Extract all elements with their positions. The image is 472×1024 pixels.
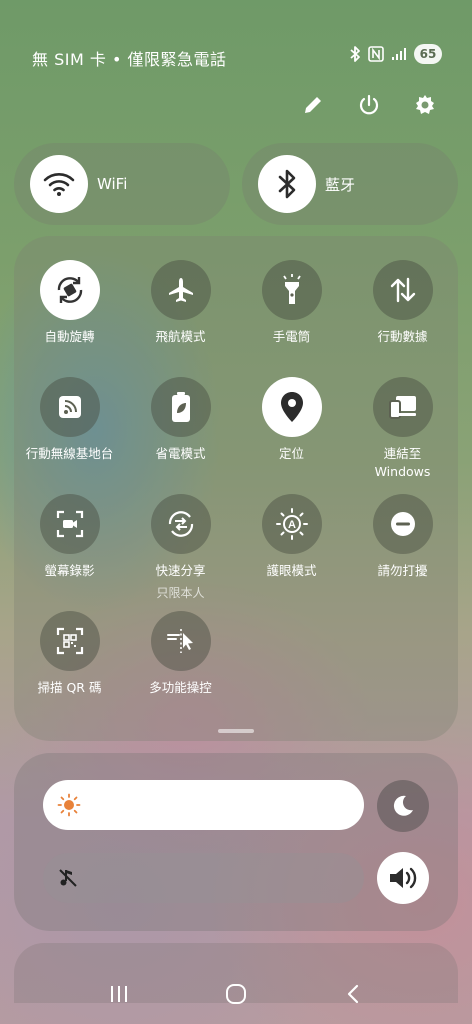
link-windows-icon: [372, 377, 433, 437]
tile-airplane[interactable]: 飛航模式: [125, 260, 236, 346]
wifi-label: WiFi: [97, 175, 128, 193]
media-panel: [14, 753, 458, 931]
bluetooth-label: 藍牙: [325, 175, 356, 194]
tile-link-windows[interactable]: 連結至 Windows: [347, 377, 458, 481]
tile-mobile-data[interactable]: 行動數據: [347, 260, 458, 346]
tile-auto-rotate[interactable]: 自動旋轉: [14, 260, 125, 346]
bluetooth-toggle[interactable]: 藍牙: [242, 143, 458, 225]
tile-qr-scan[interactable]: 掃描 QR 碼: [14, 611, 125, 697]
power-icon[interactable]: [356, 92, 382, 118]
tile-quick-share[interactable]: 快速分享 只限本人: [125, 494, 236, 601]
tile-label: 定位: [278, 446, 304, 461]
do-not-disturb-icon: [372, 494, 433, 554]
tile-label: 快速分享: [155, 563, 206, 578]
quick-share-icon: [150, 494, 211, 554]
tile-label-line2: Windows: [374, 464, 431, 479]
flashlight-icon: [261, 260, 322, 320]
signal-icon: [391, 47, 407, 61]
tile-label: 多功能操控: [149, 680, 212, 695]
tile-label: 省電模式: [155, 446, 206, 461]
battery-saver-icon: [150, 377, 211, 437]
nfc-icon: [368, 46, 384, 62]
edit-icon[interactable]: [300, 92, 326, 118]
tile-do-not-disturb[interactable]: 請勿打擾: [347, 494, 458, 580]
tile-label: 護眼模式: [266, 563, 317, 578]
top-actions: [300, 92, 438, 118]
tile-label: 行動數據: [377, 329, 428, 344]
auto-rotate-icon: [39, 260, 100, 320]
location-icon: [261, 377, 322, 437]
wifi-toggle[interactable]: WiFi: [14, 143, 230, 225]
tile-label: 螢幕錄影: [44, 563, 95, 578]
status-icons: 65: [349, 44, 442, 64]
tile-hotspot[interactable]: 行動無線基地台: [14, 377, 125, 463]
back-icon[interactable]: [333, 974, 373, 1014]
home-icon[interactable]: [216, 974, 256, 1014]
bluetooth-icon: [349, 46, 361, 62]
tile-screen-recorder[interactable]: 螢幕錄影: [14, 494, 125, 580]
tile-label: 掃描 QR 碼: [37, 680, 102, 695]
tile-battery-saver[interactable]: 省電模式: [125, 377, 236, 463]
recents-icon[interactable]: [99, 974, 139, 1014]
tile-label: 自動旋轉: [44, 329, 95, 344]
airplane-icon: [150, 260, 211, 320]
tile-label: 飛航模式: [155, 329, 206, 344]
quick-settings-panel: 自動旋轉 飛航模式 手電筒 行動數據 行動無線基地台 省電模式 定位 連結至 W…: [14, 236, 458, 741]
battery-icon: 65: [414, 44, 442, 64]
tile-location[interactable]: 定位: [236, 377, 347, 463]
brightness-slider[interactable]: [43, 780, 364, 830]
svg-text:A: A: [288, 519, 296, 531]
mobile-data-icon: [372, 260, 433, 320]
tile-eye-comfort[interactable]: A 護眼模式: [236, 494, 347, 580]
tile-flashlight[interactable]: 手電筒: [236, 260, 347, 346]
tile-label: 行動無線基地台: [25, 446, 114, 461]
sun-icon: [57, 793, 81, 821]
tile-multi-control[interactable]: 多功能操控: [125, 611, 236, 697]
carrier-status: 無 SIM 卡 • 僅限緊急電話: [32, 50, 227, 69]
volume-slider[interactable]: [43, 853, 364, 903]
tile-label: 連結至: [383, 446, 422, 461]
qr-scan-icon: [39, 611, 100, 671]
tile-label: 手電筒: [272, 329, 311, 344]
moon-icon[interactable]: [377, 780, 429, 832]
tile-sublabel: 只限本人: [156, 586, 205, 600]
eye-comfort-icon: A: [261, 494, 322, 554]
navigation-bar: [0, 964, 472, 1024]
hotspot-icon: [39, 377, 100, 437]
speaker-icon[interactable]: [377, 852, 429, 904]
tile-label: 請勿打擾: [377, 563, 428, 578]
wifi-icon: [30, 155, 88, 213]
mute-icon: [57, 867, 79, 893]
settings-icon[interactable]: [412, 92, 438, 118]
panel-drag-handle[interactable]: [218, 729, 254, 733]
multi-control-icon: [150, 611, 211, 671]
bluetooth-icon: [258, 155, 316, 213]
screen-recorder-icon: [39, 494, 100, 554]
